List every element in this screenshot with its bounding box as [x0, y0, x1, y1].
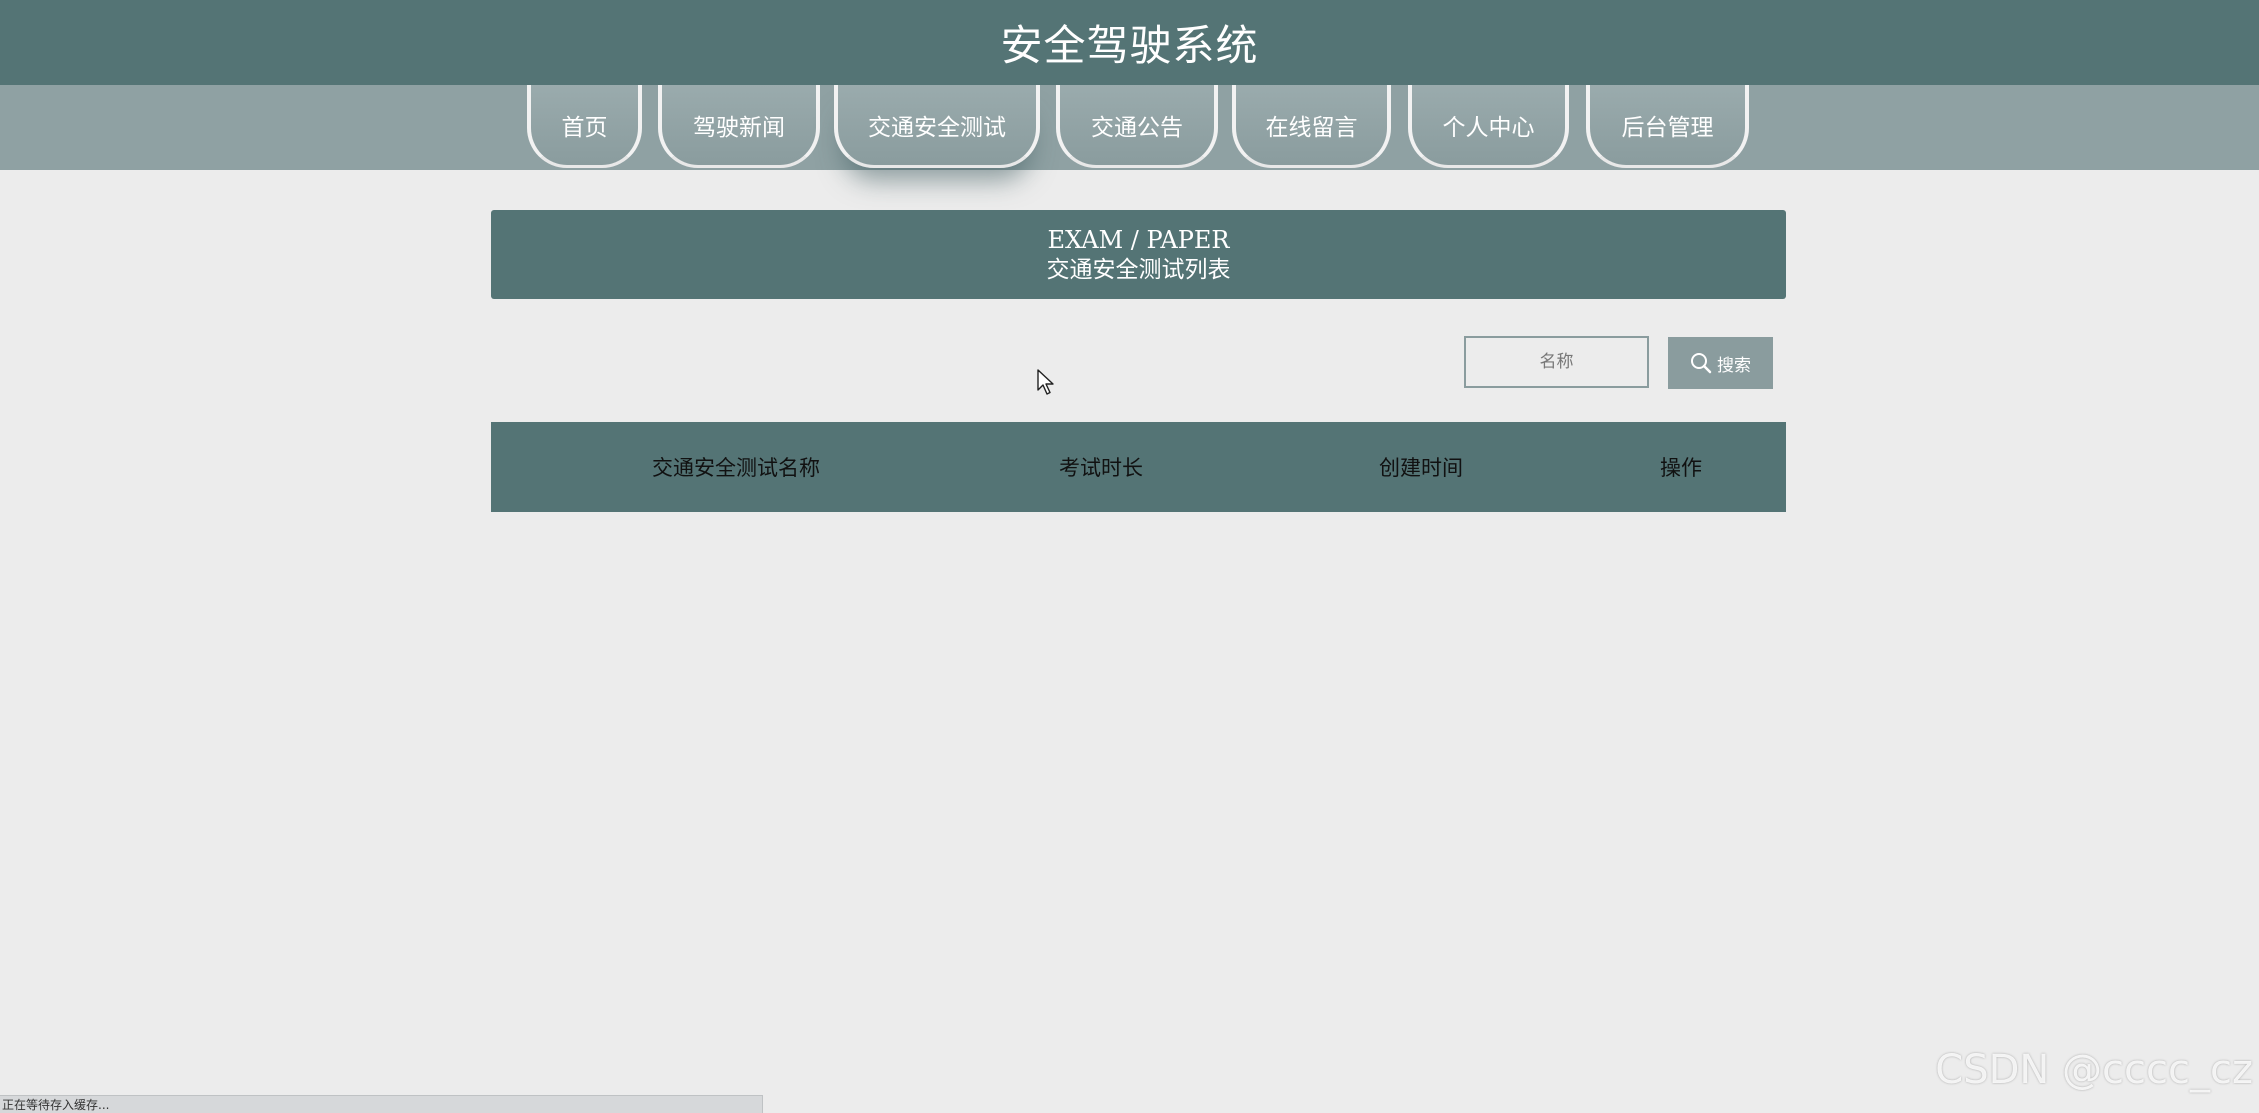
nav-item-online-message[interactable]: 在线留言	[1232, 85, 1391, 168]
main-nav: 首页 驾驶新闻 交通安全测试 交通公告 在线留言 个人中心 后台管理	[0, 85, 2259, 170]
name-search-input[interactable]	[1464, 336, 1649, 388]
nav-item-label: 首页	[561, 115, 608, 141]
column-header-test-name: 交通安全测试名称	[652, 456, 820, 480]
nav-item-traffic-notice[interactable]: 交通公告	[1056, 85, 1218, 168]
nav-item-traffic-safety-test[interactable]: 交通安全测试	[834, 85, 1040, 168]
browser-status-bar: 正在等待存入缓存...	[0, 1095, 763, 1113]
site-title: 安全驾驶系统	[1000, 21, 1259, 70]
nav-item-label: 驾驶新闻	[693, 115, 785, 141]
column-header-created-time: 创建时间	[1379, 456, 1463, 480]
nav-item-home[interactable]: 首页	[527, 85, 642, 168]
nav-item-personal-center[interactable]: 个人中心	[1408, 85, 1569, 168]
search-button-label: 搜索	[1717, 355, 1751, 376]
mouse-cursor-icon	[1036, 368, 1056, 400]
nav-item-driving-news[interactable]: 驾驶新闻	[658, 85, 820, 168]
nav-item-label: 交通公告	[1091, 115, 1183, 141]
search-icon	[1690, 352, 1712, 374]
column-header-actions: 操作	[1660, 456, 1702, 480]
nav-item-label: 个人中心	[1442, 115, 1535, 141]
nav-item-label: 后台管理	[1621, 115, 1714, 141]
search-button[interactable]: 搜索	[1668, 337, 1773, 389]
column-header-duration: 考试时长	[1059, 456, 1143, 480]
table-header: 交通安全测试名称 考试时长 创建时间 操作	[491, 422, 1786, 512]
nav-item-label: 在线留言	[1265, 115, 1358, 141]
watermark: CSDN @cccc_cz	[1935, 1047, 2253, 1093]
nav-item-label: 交通安全测试	[868, 115, 1006, 141]
nav-item-admin[interactable]: 后台管理	[1586, 85, 1749, 168]
top-header: 安全驾驶系统	[0, 0, 2259, 85]
banner-english-title: EXAM / PAPER	[1047, 225, 1230, 254]
section-banner: EXAM / PAPER 交通安全测试列表	[491, 210, 1786, 299]
banner-chinese-title: 交通安全测试列表	[1046, 256, 1231, 283]
